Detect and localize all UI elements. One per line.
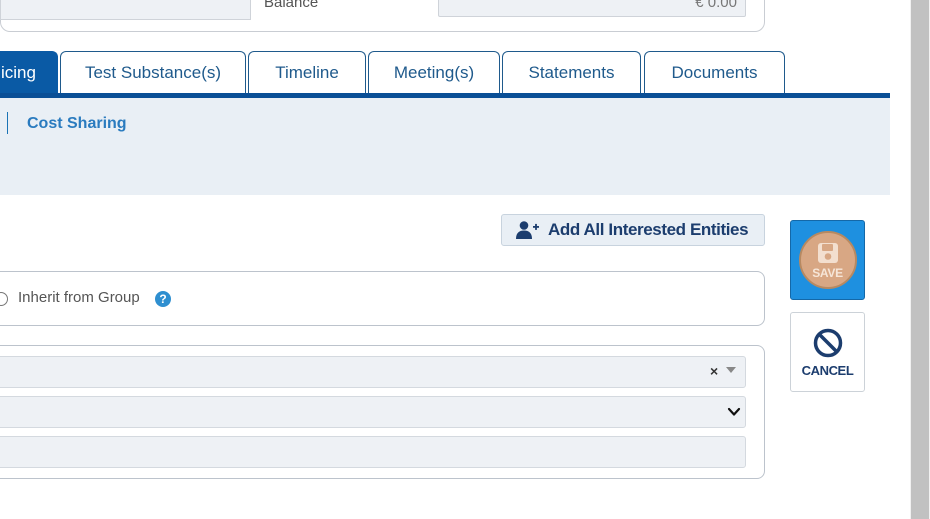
- cancel-label: CANCEL: [801, 362, 854, 378]
- balance-label: Balance: [264, 0, 319, 11]
- tab-statements[interactable]: Statements: [502, 51, 641, 94]
- dropdown-field[interactable]: [0, 396, 746, 428]
- tab-label: Documents: [671, 63, 758, 82]
- save-disc: SAVE: [798, 231, 857, 289]
- save-label: SAVE: [812, 265, 843, 280]
- summary-input[interactable]: [0, 0, 251, 20]
- clear-icon[interactable]: ×: [710, 363, 718, 379]
- tab-label: Statements: [528, 63, 615, 82]
- tab-timeline[interactable]: Timeline: [248, 51, 366, 94]
- tab-label: Meeting(s): [393, 63, 475, 82]
- subnav-cost-sharing[interactable]: Cost Sharing: [27, 115, 127, 133]
- tab-invoicing[interactable]: icing: [0, 51, 58, 94]
- tab-documents[interactable]: Documents: [644, 51, 785, 94]
- caret-down-icon[interactable]: [726, 367, 736, 373]
- question-icon[interactable]: ?: [155, 291, 171, 307]
- add-all-label: Add All Interested Entities: [548, 220, 749, 239]
- tab-meetings[interactable]: Meeting(s): [368, 51, 500, 94]
- tab-test-substances[interactable]: Test Substance(s): [60, 51, 246, 94]
- chevron-down-icon[interactable]: [727, 406, 741, 418]
- add-all-interested-entities-button[interactable]: Add All Interested Entities: [501, 214, 765, 246]
- tab-label: icing: [1, 63, 36, 82]
- select-field[interactable]: [0, 356, 746, 388]
- floppy-disk-icon: [817, 242, 838, 263]
- balance-field: € 0.00: [438, 0, 746, 17]
- inherit-label: Inherit from Group: [18, 289, 140, 306]
- text-field[interactable]: [0, 436, 746, 468]
- subnav-panel: [0, 98, 890, 195]
- scrollbar-thumb[interactable]: [911, 0, 929, 519]
- add-user-icon: [516, 221, 539, 239]
- cancel-button[interactable]: CANCEL: [790, 312, 865, 392]
- prohibited-icon: [813, 328, 842, 357]
- tab-label: Test Substance(s): [84, 63, 222, 82]
- subnav-divider: [7, 112, 8, 134]
- save-button[interactable]: SAVE: [790, 220, 865, 300]
- tab-label: Timeline: [275, 63, 339, 82]
